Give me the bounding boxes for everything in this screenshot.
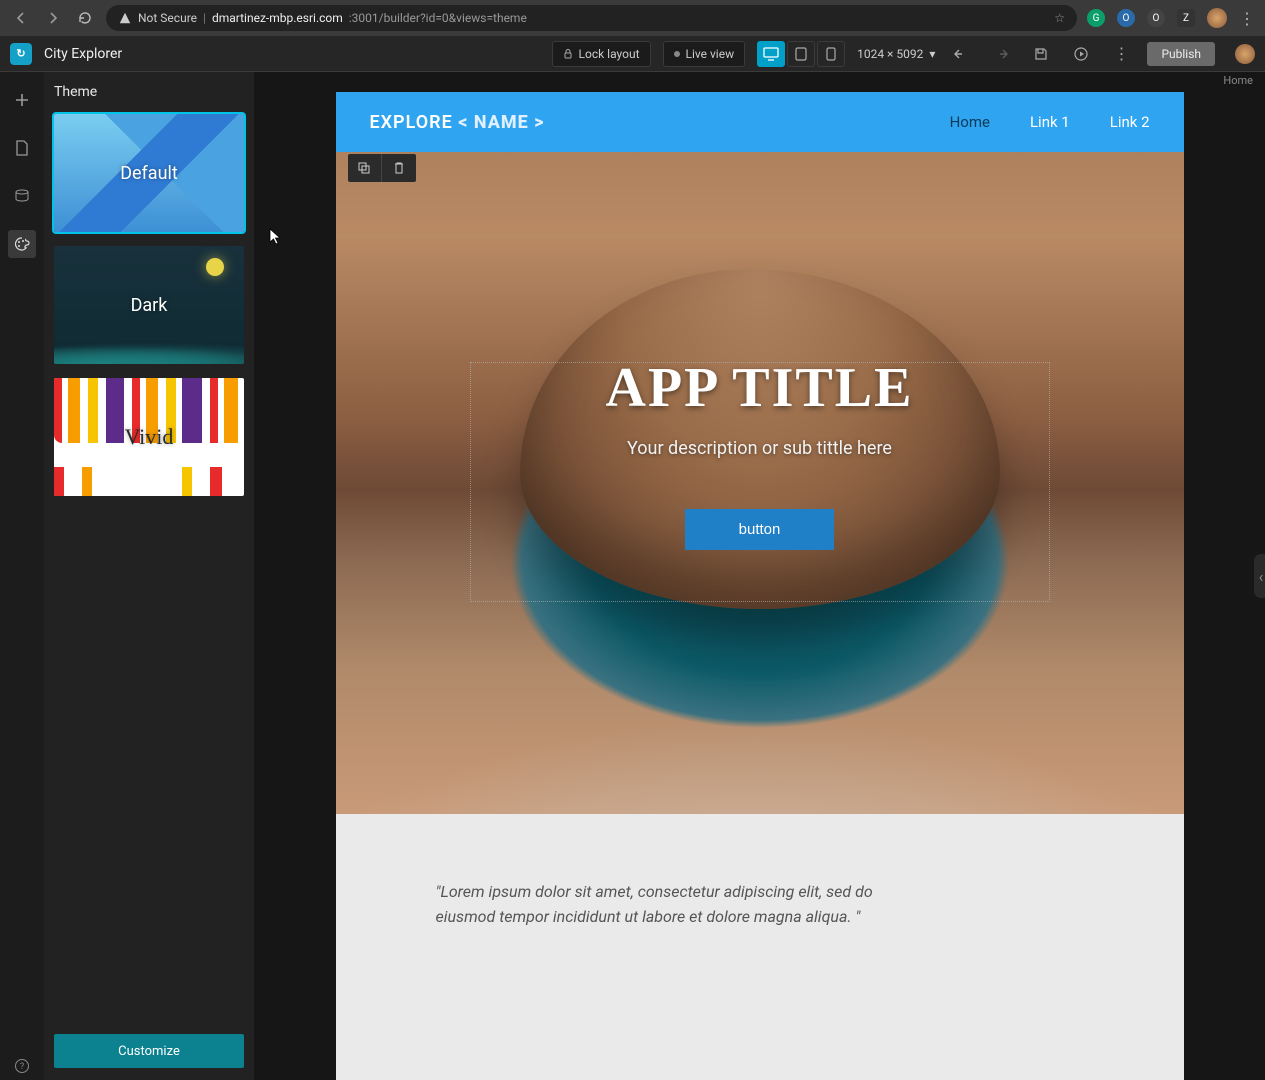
rail-data-button[interactable] [8, 182, 36, 210]
app-logo-icon[interactable]: ↻ [10, 43, 32, 65]
desktop-device-button[interactable] [757, 41, 785, 67]
tablet-icon [795, 47, 807, 61]
extension-icon[interactable]: O [1147, 9, 1165, 27]
page-label: Home [1223, 74, 1253, 87]
main: ? Theme Default Dark Vivid Customize Hom… [0, 72, 1265, 1080]
preview-button[interactable] [1067, 41, 1095, 67]
rail-add-button[interactable] [8, 86, 36, 114]
theme-panel: Theme Default Dark Vivid Customize [44, 72, 254, 1080]
redo-button[interactable] [987, 41, 1015, 67]
app-toolbar: ↻ City Explorer Lock layout Live view 10… [0, 36, 1265, 72]
hero-title[interactable]: APP TITLE [606, 356, 914, 420]
page-icon [15, 140, 29, 156]
selection-toolbar [348, 154, 416, 182]
quote-text[interactable]: "Lorem ipsum dolor sit amet, consectetur… [436, 880, 896, 930]
left-rail: ? [0, 72, 44, 1080]
help-icon: ? [14, 1058, 30, 1074]
delete-button[interactable] [382, 154, 416, 182]
redo-icon [993, 47, 1009, 61]
undo-button[interactable] [947, 41, 975, 67]
star-icon[interactable]: ☆ [1054, 11, 1065, 25]
theme-name: Default [120, 163, 178, 184]
more-button[interactable]: ⋮ [1107, 41, 1135, 67]
canvas-size-select[interactable]: 1024 × 5092 ▾ [857, 47, 935, 61]
profile-avatar-icon[interactable] [1207, 8, 1227, 28]
duplicate-icon [357, 161, 371, 175]
hero-subtitle[interactable]: Your description or sub tittle here [627, 438, 892, 459]
theme-name: Dark [131, 295, 168, 316]
extension-icon[interactable]: O [1117, 9, 1135, 27]
security-label: Not Secure [138, 11, 197, 25]
save-icon [1034, 47, 1048, 61]
theme-card-vivid[interactable]: Vivid [54, 378, 244, 496]
rail-page-button[interactable] [8, 134, 36, 162]
theme-card-dark[interactable]: Dark [54, 246, 244, 364]
trash-icon [393, 161, 405, 175]
lock-layout-button[interactable]: Lock layout [552, 41, 651, 67]
url-host: dmartinez-mbp.esri.com [212, 11, 343, 25]
mobile-icon [826, 47, 836, 61]
data-icon [14, 189, 30, 203]
theme-card-default[interactable]: Default [54, 114, 244, 232]
hero-content: APP TITLE Your description or sub tittle… [336, 92, 1184, 814]
palette-icon [14, 236, 30, 252]
publish-button[interactable]: Publish [1147, 42, 1215, 66]
save-button[interactable] [1027, 41, 1055, 67]
hero-button[interactable]: button [685, 509, 835, 550]
hero-section[interactable]: EXPLORE < NAME > Home Link 1 Link 2 [336, 92, 1184, 814]
extension-icon[interactable]: Z [1177, 9, 1195, 27]
url-bar[interactable]: Not Secure | dmartinez-mbp.esri.com:3001… [106, 5, 1077, 31]
theme-name: Vivid [125, 424, 174, 450]
plus-icon [14, 92, 30, 108]
lock-icon [563, 49, 573, 59]
forward-icon[interactable] [42, 7, 64, 29]
svg-text:?: ? [20, 1062, 24, 1072]
canvas[interactable]: EXPLORE < NAME > Home Link 1 Link 2 [336, 92, 1184, 1080]
live-view-button[interactable]: Live view [663, 41, 746, 67]
play-icon [1074, 47, 1088, 61]
desktop-icon [763, 47, 779, 61]
quote-section[interactable]: "Lorem ipsum dolor sit amet, consectetur… [336, 814, 1184, 996]
duplicate-button[interactable] [348, 154, 382, 182]
right-panel-handle[interactable]: ‹ [1254, 554, 1265, 598]
rail-help-button[interactable]: ? [8, 1052, 36, 1080]
dot-icon [674, 51, 680, 57]
undo-icon [953, 47, 969, 61]
device-toggle [757, 41, 845, 67]
reload-icon[interactable] [74, 7, 96, 29]
canvas-area: Home ‹ EXPLORE < NAME > Home Link 1 Link… [254, 72, 1265, 1080]
chevron-down-icon: ▾ [929, 47, 935, 61]
extension-icon[interactable]: G [1087, 9, 1105, 27]
url-path: :3001/builder?id=0&views=theme [349, 11, 527, 25]
panel-title: Theme [54, 84, 244, 100]
kebab-menu-icon[interactable]: ⋮ [1239, 9, 1255, 28]
customize-button[interactable]: Customize [54, 1034, 244, 1068]
back-icon[interactable] [10, 7, 32, 29]
mobile-device-button[interactable] [817, 41, 845, 67]
kebab-icon: ⋮ [1113, 44, 1129, 63]
browser-bar: Not Secure | dmartinez-mbp.esri.com:3001… [0, 0, 1265, 36]
not-secure-icon [118, 11, 132, 25]
app-title: City Explorer [44, 46, 122, 62]
user-avatar-icon[interactable] [1235, 44, 1255, 64]
extensions: G O O Z ⋮ [1087, 8, 1255, 28]
tablet-device-button[interactable] [787, 41, 815, 67]
rail-theme-button[interactable] [8, 230, 36, 258]
